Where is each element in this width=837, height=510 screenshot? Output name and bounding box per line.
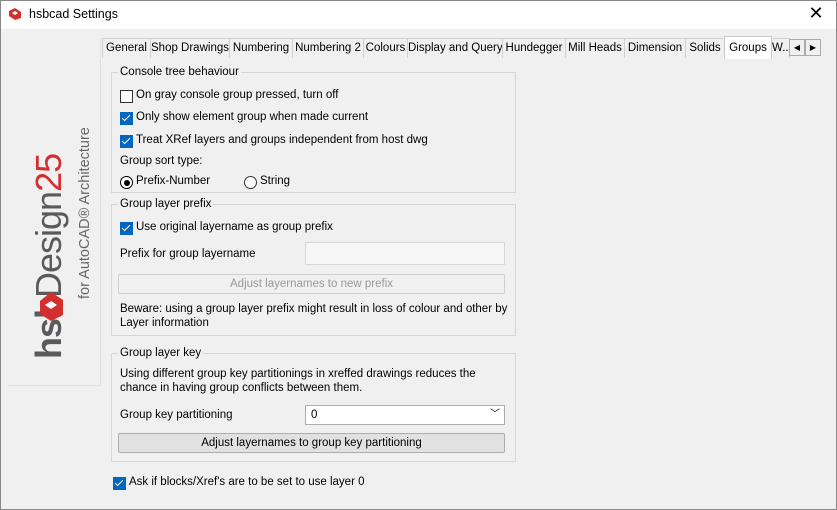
tab-display-and-query[interactable]: Display and Query — [407, 38, 503, 58]
title-bar: hsbcad Settings ✕ — [1, 1, 836, 29]
chevron-down-icon[interactable]: ﹀ — [490, 406, 500, 424]
tab-scroll-left-icon[interactable]: ◀ — [789, 39, 805, 56]
layer-key-group: Group layer key Using different group ke… — [111, 347, 516, 462]
gray-group-off-label: On gray console group pressed, turn off — [136, 89, 339, 101]
prefix-label: Prefix for group layername — [120, 248, 256, 260]
layer-key-legend: Group layer key — [118, 347, 204, 359]
adjust-to-key-partitioning-button[interactable]: Adjust layernames to group key partition… — [118, 433, 505, 453]
tab-scroll-right-icon[interactable]: ▶ — [805, 39, 821, 56]
partition-select[interactable]: 0 ﹀ — [305, 405, 505, 425]
treat-xref-label: Treat XRef layers and groups independent… — [136, 134, 428, 146]
layer-prefix-legend: Group layer prefix — [118, 198, 214, 210]
logo-brand-text: hsbDesign25 — [28, 154, 69, 359]
hsbcad-app-icon — [9, 8, 21, 20]
hsbdesign-logo: hsbDesign25 for AutoCAD® Architecture — [28, 127, 93, 359]
checkbox-checked-icon[interactable] — [120, 135, 133, 148]
prefix-warning-text: Beware: using a group layer prefix might… — [120, 303, 508, 329]
partition-value: 0 — [311, 409, 318, 421]
tab-strip: General Shop Drawings Numbering Numberin… — [102, 36, 832, 59]
tab-numbering-2[interactable]: Numbering 2 — [292, 38, 364, 58]
tab-numbering[interactable]: Numbering — [229, 38, 293, 58]
groups-tab-panel: Console tree behaviour On gray console g… — [102, 58, 831, 504]
tab-groups[interactable]: Groups — [724, 36, 772, 59]
console-tree-legend: Console tree behaviour — [118, 66, 241, 78]
sort-string-label: String — [260, 175, 291, 187]
brand-sidebar: hsbDesign25 for AutoCAD® Architecture — [7, 39, 101, 386]
checkbox-checked-icon[interactable] — [120, 112, 133, 125]
tab-mill-heads[interactable]: Mill Heads — [565, 38, 625, 58]
adjust-to-new-prefix-button[interactable]: Adjust layernames to new prefix — [118, 274, 505, 294]
window-title: hsbcad Settings — [29, 7, 118, 21]
tab-general[interactable]: General — [102, 38, 151, 58]
layer-prefix-group: Group layer prefix Use original layernam… — [111, 198, 516, 336]
tab-dimension[interactable]: Dimension — [624, 38, 686, 58]
tab-hundegger[interactable]: Hundegger — [502, 38, 566, 58]
checkbox-unchecked-icon[interactable] — [120, 90, 133, 103]
close-icon[interactable]: ✕ — [806, 3, 826, 24]
tab-overflow[interactable]: W... — [771, 38, 790, 58]
sort-type-label: Group sort type: — [120, 155, 203, 167]
ask-blocks-label: Ask if blocks/Xref's are to be set to us… — [129, 476, 365, 488]
checkbox-checked-icon[interactable] — [120, 222, 133, 235]
partition-label: Group key partitioning — [120, 409, 233, 421]
console-tree-group: Console tree behaviour On gray console g… — [111, 66, 516, 193]
radio-selected-icon[interactable] — [120, 176, 133, 189]
layer-key-description: Using different group key partitionings … — [120, 368, 476, 394]
logo-subtitle-text: for AutoCAD® Architecture — [77, 127, 93, 299]
prefix-input[interactable] — [305, 242, 505, 265]
use-original-layername-label: Use original layername as group prefix — [136, 221, 333, 233]
checkbox-checked-icon[interactable] — [113, 477, 126, 490]
tab-solids[interactable]: Solids — [685, 38, 725, 58]
tab-shop-drawings[interactable]: Shop Drawings — [150, 38, 230, 58]
sort-prefix-number-label: Prefix-Number — [136, 175, 211, 187]
settings-window: hsbcad Settings ✕ hsbDesign25 for AutoCA… — [0, 0, 837, 510]
radio-unselected-icon[interactable] — [244, 176, 257, 189]
only-show-element-label: Only show element group when made curren… — [136, 111, 369, 123]
tab-colours[interactable]: Colours — [363, 38, 408, 58]
